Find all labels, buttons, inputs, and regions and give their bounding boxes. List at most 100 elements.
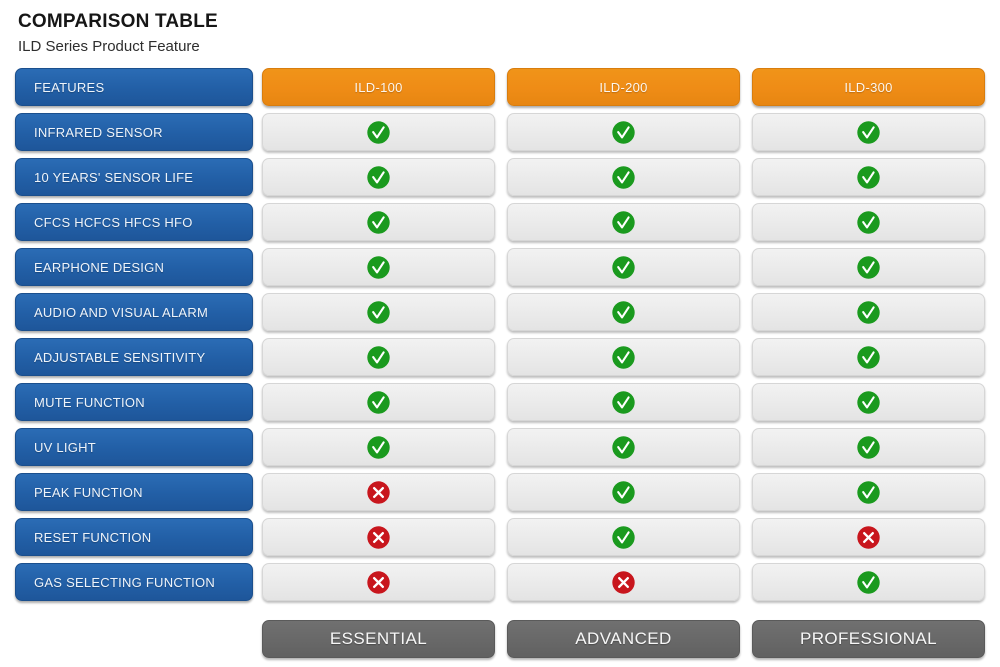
feature-pill-1: 10 YEARS' SENSOR LIFE (15, 158, 253, 196)
table-row: CFCS HCFCS HFCS HFO (15, 203, 985, 248)
tier-cell-2[interactable]: PROFESSIONAL (752, 620, 985, 658)
value-pill-4-1 (507, 293, 740, 331)
check-circle-icon (856, 435, 881, 460)
check-circle-icon (611, 525, 636, 550)
value-pill-2-1 (507, 203, 740, 241)
table-row: RESET FUNCTION (15, 518, 985, 563)
feature-cell-4: AUDIO AND VISUAL ALARM (15, 293, 253, 338)
feature-pill-2: CFCS HCFCS HFCS HFO (15, 203, 253, 241)
value-pill-0-1 (507, 113, 740, 151)
feature-label-3: EARPHONE DESIGN (34, 259, 165, 275)
product-header-pill-2[interactable]: ILD-300 (752, 68, 985, 106)
value-cell-6-0 (262, 383, 495, 428)
feature-cell-1: 10 YEARS' SENSOR LIFE (15, 158, 253, 203)
value-cell-7-2 (752, 428, 985, 473)
product-header-cell-0[interactable]: ILD-100 (262, 68, 495, 113)
value-cell-6-1 (507, 383, 740, 428)
value-pill-9-2 (752, 518, 985, 556)
value-cell-3-2 (752, 248, 985, 293)
value-pill-6-2 (752, 383, 985, 421)
value-pill-10-1 (507, 563, 740, 601)
value-cell-2-2 (752, 203, 985, 248)
table-row: INFRARED SENSOR (15, 113, 985, 158)
value-pill-5-1 (507, 338, 740, 376)
cross-circle-icon (366, 525, 391, 550)
tier-footer-row: ESSENTIAL ADVANCED PROFESSIONAL (15, 620, 985, 658)
check-circle-icon (856, 390, 881, 415)
cross-circle-icon (856, 525, 881, 550)
value-cell-4-1 (507, 293, 740, 338)
page-title: COMPARISON TABLE (18, 11, 218, 32)
tier-cell-1[interactable]: ADVANCED (507, 620, 740, 658)
feature-pill-9: RESET FUNCTION (15, 518, 253, 556)
tier-label-2: PROFESSIONAL (799, 629, 938, 648)
feature-label-6: MUTE FUNCTION (34, 394, 145, 410)
table-row: 10 YEARS' SENSOR LIFE (15, 158, 985, 203)
check-circle-icon (856, 570, 881, 595)
value-pill-8-1 (507, 473, 740, 511)
value-pill-9-0 (262, 518, 495, 556)
value-pill-2-0 (262, 203, 495, 241)
value-cell-1-2 (752, 158, 985, 203)
feature-pill-7: UV LIGHT (15, 428, 253, 466)
feature-label-0: INFRARED SENSOR (34, 124, 163, 140)
value-pill-10-2 (752, 563, 985, 601)
check-circle-icon (856, 345, 881, 370)
feature-label-8: PEAK FUNCTION (34, 484, 143, 500)
feature-label-2: CFCS HCFCS HFCS HFO (34, 214, 193, 230)
comparison-table-page: COMPARISON TABLE ILD Series Product Feat… (0, 0, 1000, 667)
feature-cell-5: ADJUSTABLE SENSITIVITY (15, 338, 253, 383)
value-cell-3-0 (262, 248, 495, 293)
value-cell-5-2 (752, 338, 985, 383)
value-cell-6-2 (752, 383, 985, 428)
value-cell-1-0 (262, 158, 495, 203)
value-pill-0-0 (262, 113, 495, 151)
check-circle-icon (611, 480, 636, 505)
feature-pill-3: EARPHONE DESIGN (15, 248, 253, 286)
feature-pill-6: MUTE FUNCTION (15, 383, 253, 421)
product-header-pill-1[interactable]: ILD-200 (507, 68, 740, 106)
product-header-label-0: ILD-100 (354, 79, 403, 95)
product-header-pill-0[interactable]: ILD-100 (262, 68, 495, 106)
check-circle-icon (611, 255, 636, 280)
value-cell-8-2 (752, 473, 985, 518)
value-pill-1-1 (507, 158, 740, 196)
value-cell-4-0 (262, 293, 495, 338)
product-header-label-1: ILD-200 (599, 79, 648, 95)
tier-pill-2[interactable]: PROFESSIONAL (752, 620, 985, 658)
product-header-cell-1[interactable]: ILD-200 (507, 68, 740, 113)
value-cell-0-1 (507, 113, 740, 158)
check-circle-icon (366, 435, 391, 460)
tier-pill-1[interactable]: ADVANCED (507, 620, 740, 658)
check-circle-icon (366, 210, 391, 235)
tier-cell-0[interactable]: ESSENTIAL (262, 620, 495, 658)
value-cell-2-0 (262, 203, 495, 248)
product-header-cell-2[interactable]: ILD-300 (752, 68, 985, 113)
cross-circle-icon (366, 480, 391, 505)
feature-cell-3: EARPHONE DESIGN (15, 248, 253, 293)
table-body: INFRARED SENSOR 10 YEARS' SENSOR LIFE CFCS… (15, 113, 985, 608)
table-row: UV LIGHT (15, 428, 985, 473)
table-row: MUTE FUNCTION (15, 383, 985, 428)
check-circle-icon (611, 300, 636, 325)
value-pill-7-1 (507, 428, 740, 466)
features-header-cell: FEATURES (15, 68, 253, 113)
cross-circle-icon (366, 570, 391, 595)
feature-label-10: GAS SELECTING FUNCTION (34, 574, 216, 590)
table-header-row: FEATURES ILD-100 ILD-200 ILD-300 (15, 68, 985, 113)
feature-cell-7: UV LIGHT (15, 428, 253, 473)
feature-label-9: RESET FUNCTION (34, 529, 152, 545)
check-circle-icon (611, 435, 636, 460)
check-circle-icon (856, 255, 881, 280)
value-cell-9-1 (507, 518, 740, 563)
feature-label-1: 10 YEARS' SENSOR LIFE (34, 169, 194, 185)
value-pill-10-0 (262, 563, 495, 601)
value-pill-9-1 (507, 518, 740, 556)
feature-label-7: UV LIGHT (34, 439, 96, 455)
value-pill-6-1 (507, 383, 740, 421)
tier-pill-0[interactable]: ESSENTIAL (262, 620, 495, 658)
feature-pill-0: INFRARED SENSOR (15, 113, 253, 151)
value-pill-3-0 (262, 248, 495, 286)
features-header-pill: FEATURES (15, 68, 253, 106)
value-cell-10-0 (262, 563, 495, 608)
